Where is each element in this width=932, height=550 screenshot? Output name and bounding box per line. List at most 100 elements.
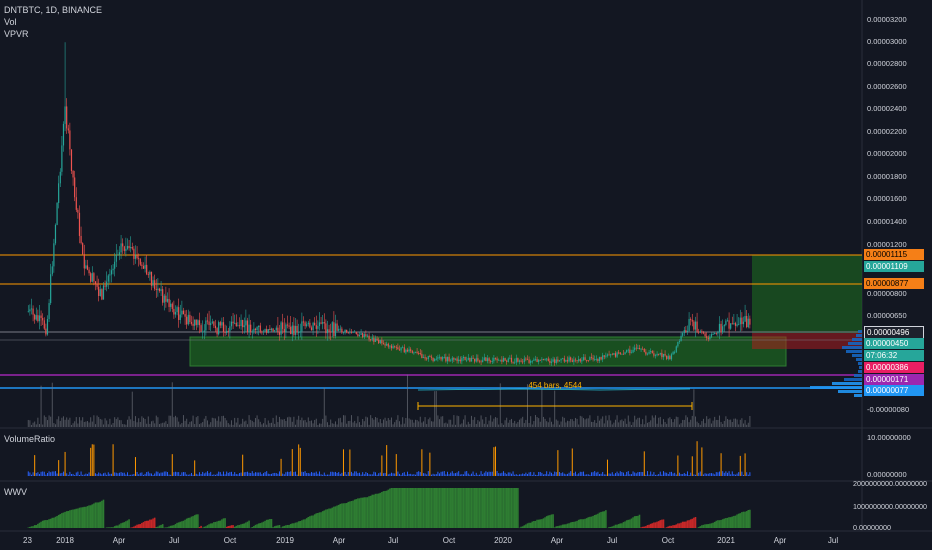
wwv-bar xyxy=(237,525,239,528)
volume-bar xyxy=(54,424,56,427)
wwv-bar xyxy=(430,488,433,528)
candle-body xyxy=(656,354,658,356)
candle-body xyxy=(642,348,644,350)
wwv-bar xyxy=(77,508,79,528)
candle-body xyxy=(542,359,545,361)
volume-ratio-label[interactable]: VolumeRatio xyxy=(4,433,55,445)
wwv-label[interactable]: WWV xyxy=(4,486,27,498)
volume-ratio-bar xyxy=(723,472,725,476)
volume-indicator-label[interactable]: Vol xyxy=(4,16,17,28)
volume-ratio-bar xyxy=(98,472,100,476)
volume-bar xyxy=(56,419,58,427)
volume-bar xyxy=(710,423,712,427)
wwv-bar xyxy=(653,522,655,528)
volume-bar xyxy=(451,424,453,427)
wwv-bar xyxy=(417,488,420,528)
candle-body xyxy=(626,350,628,353)
volume-ratio-bar xyxy=(179,474,181,476)
price-label-chip: 0.00000450 xyxy=(864,338,924,349)
candle-body xyxy=(632,349,634,353)
volume-bar xyxy=(232,424,234,427)
volume-bar xyxy=(66,417,68,427)
volume-bar xyxy=(48,415,50,427)
wwv-bar xyxy=(181,521,183,528)
symbol-legend[interactable]: DNTBTC, 1D, BINANCE xyxy=(4,4,102,16)
volume-bar xyxy=(603,423,605,427)
volume-bar xyxy=(566,420,568,427)
volume-ratio-bar xyxy=(451,471,453,476)
volume-ratio-bar xyxy=(461,474,463,476)
volume-ratio-bar xyxy=(237,474,239,476)
volume-ratio-bar xyxy=(600,473,602,476)
volume-ratio-bar xyxy=(438,473,440,476)
volume-ratio-bar xyxy=(634,472,636,476)
long-target-zone[interactable] xyxy=(752,255,862,333)
volume-ratio-bar xyxy=(538,471,540,476)
wwv-bar xyxy=(611,526,614,528)
candle-body xyxy=(205,320,207,331)
wwv-bar xyxy=(371,494,374,528)
wwv-bar xyxy=(478,488,481,528)
volume-bar xyxy=(344,415,346,427)
volume-ratio-bar xyxy=(746,472,748,476)
wwv-bar xyxy=(593,515,596,528)
wwv-bar xyxy=(33,525,36,528)
candle-body xyxy=(218,322,220,335)
volume-bar xyxy=(424,417,426,427)
volume-bar xyxy=(582,418,584,427)
candle-body xyxy=(168,298,170,307)
volume-bar xyxy=(115,419,117,427)
volume-ratio-bar xyxy=(603,474,605,476)
candle-body xyxy=(568,357,570,362)
candle-body xyxy=(178,307,180,320)
volume-ratio-bar xyxy=(264,472,266,476)
volume-ratio-bar xyxy=(270,473,272,476)
wwv-bar xyxy=(275,525,278,528)
candle-body xyxy=(706,336,708,338)
volume-ratio-bar xyxy=(462,474,464,476)
volume-bar xyxy=(698,423,700,427)
volume-bar xyxy=(80,420,82,427)
candle-body xyxy=(674,352,676,353)
vpvr-indicator-label[interactable]: VPVR xyxy=(4,28,29,40)
volume-bar xyxy=(368,424,370,427)
volume-bar xyxy=(427,419,429,427)
wwv-bar xyxy=(54,516,57,528)
volume-bar xyxy=(456,415,458,427)
volume-ratio-bar xyxy=(277,473,279,476)
volume-bar xyxy=(485,416,487,427)
candle-body xyxy=(42,317,44,321)
volume-ratio-bar xyxy=(171,454,173,476)
wwv-bar xyxy=(683,521,686,528)
wwv-bar xyxy=(408,488,410,528)
wwv-bar xyxy=(405,488,407,528)
candle-body xyxy=(27,311,29,313)
wwv-bar xyxy=(115,525,118,528)
volume-ratio-bar xyxy=(590,472,592,476)
wwv-bar xyxy=(449,488,452,528)
volume-bar xyxy=(632,422,634,427)
candle-body xyxy=(238,325,241,327)
wwv-bar xyxy=(213,522,215,528)
candle-body xyxy=(640,348,642,350)
chart-root[interactable]: 454 bars, 4544 0.00003200 0.00003000 0.000… xyxy=(0,0,932,550)
candle-body xyxy=(72,170,74,178)
consolidation-zone[interactable] xyxy=(189,336,787,367)
wwv-bar xyxy=(537,519,540,528)
volume-bar xyxy=(254,418,256,427)
volume-ratio-bar xyxy=(56,473,58,476)
candle-body xyxy=(240,319,242,326)
volume-ratio-bar xyxy=(474,474,476,476)
wwv-bar xyxy=(69,510,71,528)
wwv-bar xyxy=(253,525,255,528)
wwv-bar xyxy=(622,522,625,528)
wwv-bar xyxy=(625,520,628,528)
candle-body xyxy=(709,336,711,340)
volume-bar xyxy=(155,415,157,427)
volume-ratio-bar xyxy=(226,471,228,476)
volume-bar xyxy=(693,389,695,427)
chart-canvas[interactable]: 454 bars, 4544 0.000032000.000030000.000… xyxy=(0,0,932,550)
volume-bar xyxy=(440,416,442,427)
volume-bar xyxy=(112,422,114,427)
volume-ratio-bar xyxy=(491,471,493,476)
